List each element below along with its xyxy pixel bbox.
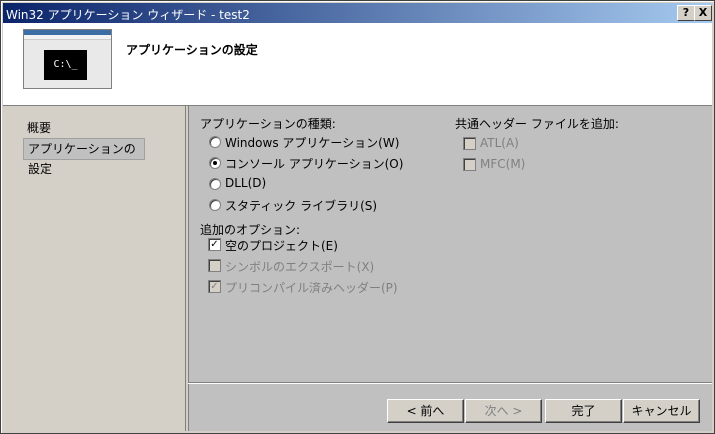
radio-windows-app[interactable] [209, 136, 221, 148]
radio-windows-app-label[interactable]: Windows アプリケーション(W) [225, 134, 399, 151]
radio-static-lib-label[interactable]: スタティック ライブラリ(S) [225, 197, 377, 214]
radio-dll[interactable] [209, 178, 221, 190]
finish-button[interactable]: 完了 [545, 399, 622, 423]
next-button: 次へ > [465, 399, 542, 423]
checkbox-atl-label: ATL(A) [480, 136, 519, 150]
nav-item-overview[interactable]: 概要 [27, 119, 51, 136]
wizard-header: C:\_ アプリケーションの設定 [3, 23, 712, 106]
checkbox-mfc [463, 158, 476, 171]
cancel-button[interactable]: キャンセル [623, 399, 700, 423]
wizard-window: Win32 アプリケーション ウィザード - test2 ? X C:\_ アプ… [0, 0, 715, 434]
extra-options-heading: 追加のオプション: [200, 223, 301, 237]
common-headers-heading: 共通ヘッダー ファイルを追加: [455, 117, 619, 131]
nav-item-app-settings[interactable]: アプリケーションの設定 [23, 138, 145, 176]
settings-pane: アプリケーションの種類: Windows アプリケーション(W) コンソール ア… [188, 106, 712, 431]
radio-dll-label[interactable]: DLL(D) [225, 176, 266, 190]
title-bar[interactable]: Win32 アプリケーション ウィザード - test2 ? X [3, 3, 712, 23]
radio-console-app[interactable] [209, 157, 221, 169]
checkbox-atl [463, 137, 476, 150]
divider [188, 382, 712, 384]
checkbox-empty-project-label[interactable]: 空のプロジェクト(E) [225, 237, 338, 254]
checkbox-export-symbols-label: シンボルのエクスポート(X) [225, 260, 375, 274]
back-button[interactable]: < 前へ [387, 399, 464, 423]
close-button[interactable]: X [694, 5, 712, 21]
console-app-thumbnail: C:\_ [23, 29, 112, 89]
radio-static-lib[interactable] [209, 199, 221, 211]
checkbox-export-symbols [208, 259, 221, 272]
checkbox-empty-project[interactable]: ✓ [208, 238, 221, 251]
window-title: Win32 アプリケーション ウィザード - test2 [6, 8, 250, 22]
page-title: アプリケーションの設定 [126, 43, 258, 57]
help-button[interactable]: ? [677, 5, 695, 21]
console-icon: C:\_ [44, 50, 87, 80]
app-type-heading: アプリケーションの種類: [200, 117, 336, 131]
checkbox-precompiled-header: ✓ [208, 280, 221, 293]
radio-console-app-label[interactable]: コンソール アプリケーション(O) [225, 155, 403, 172]
nav-pane: 概要 アプリケーションの設定 [3, 106, 186, 431]
checkbox-mfc-label: MFC(M) [480, 157, 526, 171]
checkbox-precompiled-header-label: プリコンパイル済みヘッダー(P) [225, 281, 398, 295]
